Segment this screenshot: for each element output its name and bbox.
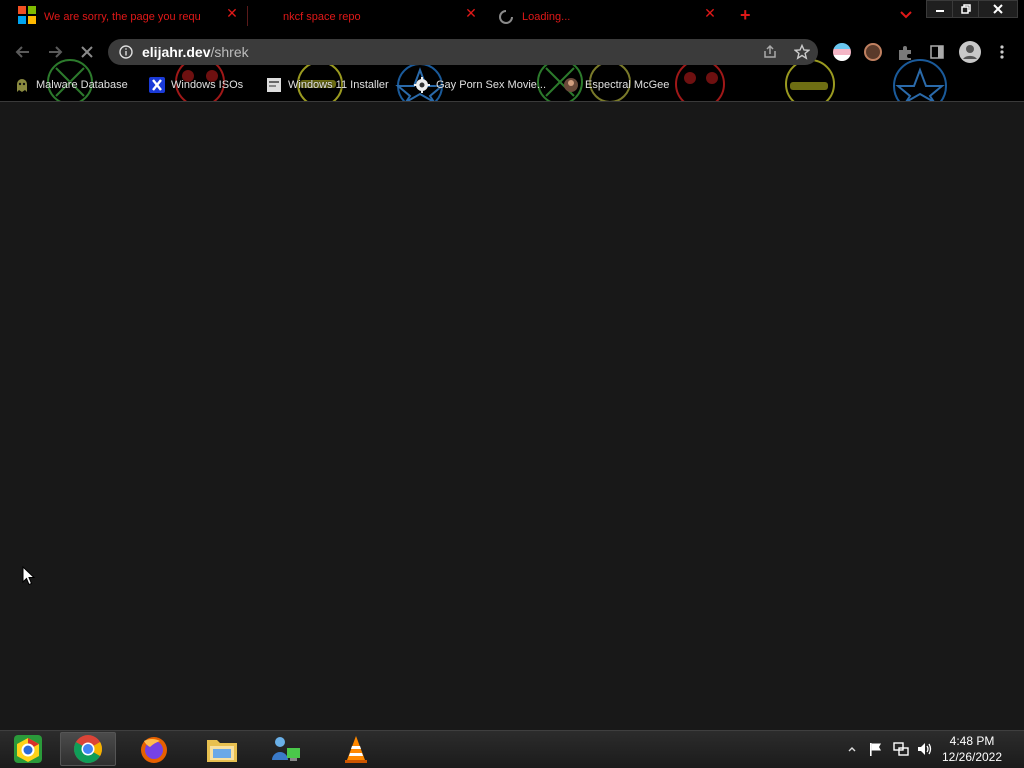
ghost-icon [17,79,27,92]
extension-flag-icon[interactable] [833,43,851,61]
extension-avatar-icon[interactable] [864,43,882,61]
start-button[interactable] [0,732,56,766]
taskbar-firefox[interactable] [126,732,182,766]
show-hidden-icons-button[interactable] [845,739,859,759]
new-tab-button[interactable]: + [740,6,751,24]
minimize-icon [936,10,944,12]
back-button[interactable] [12,41,34,63]
taskbar-file-explorer[interactable] [194,732,250,766]
close-icon [993,4,1003,14]
bookmark-label: Windows 11 Installer [288,79,389,91]
network-status-button[interactable] [891,739,911,759]
taskbar-network-app[interactable] [258,732,314,766]
arrow-left-icon [15,46,29,58]
page-icon [267,78,281,92]
tab-close-button[interactable]: ✕ [224,5,240,21]
address-host: elijahr.dev [142,44,211,60]
tab-page-error[interactable]: We are sorry, the page you requ [44,4,224,30]
profile-icon[interactable] [958,40,982,64]
tab-strip: We are sorry, the page you requ ✕ nkcf s… [0,0,1024,34]
side-panel-icon[interactable] [929,44,945,60]
tab-nkcf-space-repo[interactable]: nkcf space repo [283,4,458,30]
bookmark-star-icon[interactable] [794,44,810,60]
page-content [0,102,1024,730]
tab-close-button[interactable]: ✕ [702,5,718,21]
menu-kebab-icon[interactable] [996,44,1008,60]
forward-button[interactable] [44,41,66,63]
bookmark-espectral-mcgee[interactable]: Espectral McGee [563,76,669,94]
address-path: /shrek [210,44,249,60]
chrome-icon [74,735,102,763]
tab-close-button[interactable]: ✕ [463,5,479,21]
taskbar-vlc[interactable] [328,732,384,766]
vlc-cone-icon [345,736,367,763]
share-icon[interactable] [762,44,778,60]
bookmarks-bar: Malware Database Windows ISOs Windows 11… [0,72,1024,98]
system-clock[interactable]: 4:48 PM 12/26/2022 [932,733,1012,765]
bookmark-label: Espectral McGee [585,79,670,91]
bookmark-label: Malware Database [36,79,128,91]
flag-icon [870,743,881,756]
bookmark-movie-site[interactable]: Gay Porn Sex Movie... [414,76,546,94]
tab-title: nkcf space repo [283,11,361,23]
bookmark-windows-isos[interactable]: Windows ISOs [149,76,243,94]
taskbar-chrome[interactable] [60,732,116,766]
tab-divider [247,6,248,26]
firefox-icon [141,737,167,763]
puzzle-icon[interactable] [896,44,914,62]
clock-time: 4:48 PM [949,734,995,748]
action-center-button[interactable] [866,739,886,759]
speaker-icon [918,743,932,755]
close-window-button[interactable] [978,0,1018,18]
restore-icon [961,4,971,14]
gear-logo-icon [414,77,430,93]
x-logo-icon [149,77,165,93]
tab-loading[interactable]: Loading... [522,4,692,30]
toolbar: elijahr.dev/shrek [0,36,1024,68]
tab-title: Loading... [522,11,571,23]
info-icon[interactable] [119,45,133,59]
windows-logo-icon [18,6,36,24]
stop-loading-button[interactable] [76,41,98,63]
arrow-right-icon [49,46,63,58]
address-text: elijahr.dev/shrek [142,44,249,60]
chromium-start-icon [14,735,42,763]
folder-icon [207,740,237,762]
bookmark-label: Windows ISOs [171,79,244,91]
tab-search-chevron-icon[interactable] [898,6,914,22]
stop-x-icon [81,46,93,58]
chevron-up-icon [848,747,856,752]
address-bar[interactable]: elijahr.dev/shrek [108,39,818,65]
tab-title: We are sorry, the page you requ [44,11,201,23]
network-icon [893,742,909,756]
minimize-button[interactable] [926,0,954,18]
loading-spinner-icon [499,10,513,24]
bookmark-label: Gay Porn Sex Movie... [436,79,547,91]
restore-button[interactable] [952,0,980,18]
bookmark-malware-database[interactable]: Malware Database [14,76,128,94]
mouse-pointer-icon [22,566,36,586]
clock-date: 12/26/2022 [941,750,1003,764]
browser-chrome: We are sorry, the page you requ ✕ nkcf s… [0,0,1024,102]
avatar-icon [564,78,578,92]
network-users-icon [272,737,300,761]
taskbar: 4:48 PM 12/26/2022 [0,730,1024,768]
bookmark-windows-11-installer[interactable]: Windows 11 Installer [266,76,389,94]
